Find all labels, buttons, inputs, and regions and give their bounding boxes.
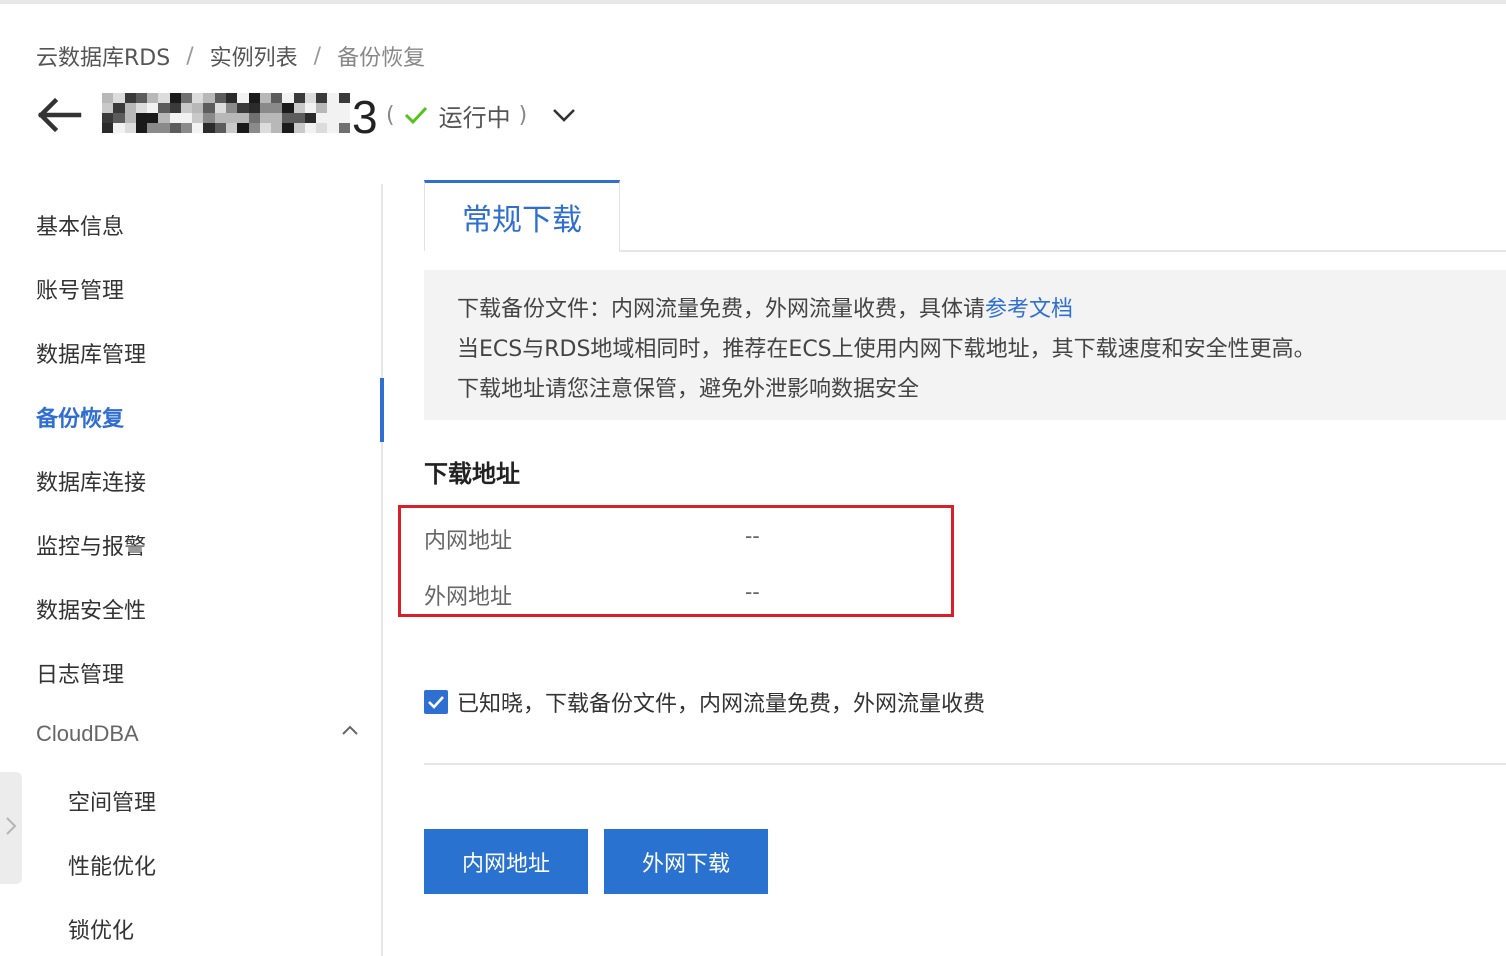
acknowledge-row: 已知晓，下载备份文件，内网流量免费，外网流量收费	[424, 686, 985, 718]
section-title-download-address: 下载地址	[424, 460, 520, 488]
internal-address-value: --	[745, 523, 760, 548]
breadcrumb-separator: /	[313, 43, 322, 69]
sidebar-item-databases[interactable]: 数据库管理	[36, 337, 146, 369]
sidebar-item-backup-restore[interactable]: 备份恢复	[36, 401, 124, 433]
acknowledge-checkbox[interactable]	[424, 690, 448, 714]
instance-name: 3	[102, 90, 382, 143]
sidebar-item-basic-info[interactable]: 基本信息	[36, 209, 124, 241]
acknowledge-text[interactable]: 已知晓，下载备份文件，内网流量免费，外网流量收费	[457, 686, 985, 718]
page-header: 3 ( 运行中 )	[30, 82, 577, 148]
breadcrumb-separator: /	[186, 43, 194, 69]
status-label: 运行中	[438, 103, 511, 132]
status-paren-close: )	[518, 102, 528, 128]
external-download-button[interactable]: 外网下载	[604, 829, 768, 894]
external-address-label: 外网地址	[424, 585, 513, 610]
notice-line-2: 当ECS与RDS地域相同时，推荐在ECS上使用内网下载地址，其下载速度和安全性更…	[457, 337, 1316, 362]
notice-line-3: 下载地址请您注意保管，避免外泄影响数据安全	[457, 377, 920, 402]
top-border	[0, 0, 1506, 4]
sidebar-item-monitoring[interactable]: 监控与报警	[36, 529, 146, 561]
sidebar-active-indicator	[380, 378, 384, 442]
breadcrumb-item-instance-list[interactable]: 实例列表	[210, 40, 298, 72]
chevron-down-icon[interactable]	[551, 106, 577, 124]
notice-line-1-text: 下载备份文件：内网流量免费，外网流量收费，具体请	[457, 297, 986, 322]
check-icon	[403, 105, 429, 125]
internal-address-label: 内网地址	[424, 529, 513, 554]
notice-line-1: 下载备份文件：内网流量免费，外网流量收费，具体请参考文档	[457, 290, 1506, 330]
sidebar-item-accounts[interactable]: 账号管理	[36, 273, 124, 305]
chevron-up-icon[interactable]	[340, 720, 360, 740]
sidebar-item-logs[interactable]: 日志管理	[36, 657, 124, 689]
reference-doc-link[interactable]: 参考文档	[985, 297, 1073, 322]
breadcrumb: 云数据库RDS / 实例列表 / 备份恢复	[36, 40, 425, 72]
redacted-instance-name-image	[102, 93, 350, 133]
chevron-right-icon	[5, 815, 17, 841]
sidebar-item-performance[interactable]: 性能优化	[68, 849, 156, 881]
tab-normal-download[interactable]: 常规下载	[424, 180, 620, 251]
sidebar-group-clouddba[interactable]: CloudDBA	[36, 721, 139, 747]
sidebar-item-lock-optimization[interactable]: 锁优化	[68, 913, 134, 945]
back-arrow-icon[interactable]	[30, 87, 86, 143]
breadcrumb-item-current: 备份恢复	[337, 46, 426, 71]
sidebar-item-space-management[interactable]: 空间管理	[68, 785, 156, 817]
instance-name-tail: 3	[352, 91, 378, 143]
instance-status: ( 运行中 )	[386, 98, 527, 133]
sidebar-divider	[381, 184, 383, 956]
sidebar-item-security[interactable]: 数据安全性	[36, 593, 146, 625]
breadcrumb-item-rds[interactable]: 云数据库RDS	[36, 40, 170, 72]
sidebar-collapse-handle[interactable]	[0, 772, 22, 884]
internal-address-button[interactable]: 内网地址	[424, 829, 588, 894]
status-paren-open: (	[386, 102, 395, 128]
content-divider	[424, 763, 1506, 765]
tab-bar-divider	[619, 250, 1506, 252]
notice-box: 下载备份文件：内网流量免费，外网流量收费，具体请参考文档 当ECS与RDS地域相…	[424, 270, 1506, 420]
sidebar-item-db-connection[interactable]: 数据库连接	[36, 465, 146, 497]
external-address-value: --	[745, 579, 760, 604]
